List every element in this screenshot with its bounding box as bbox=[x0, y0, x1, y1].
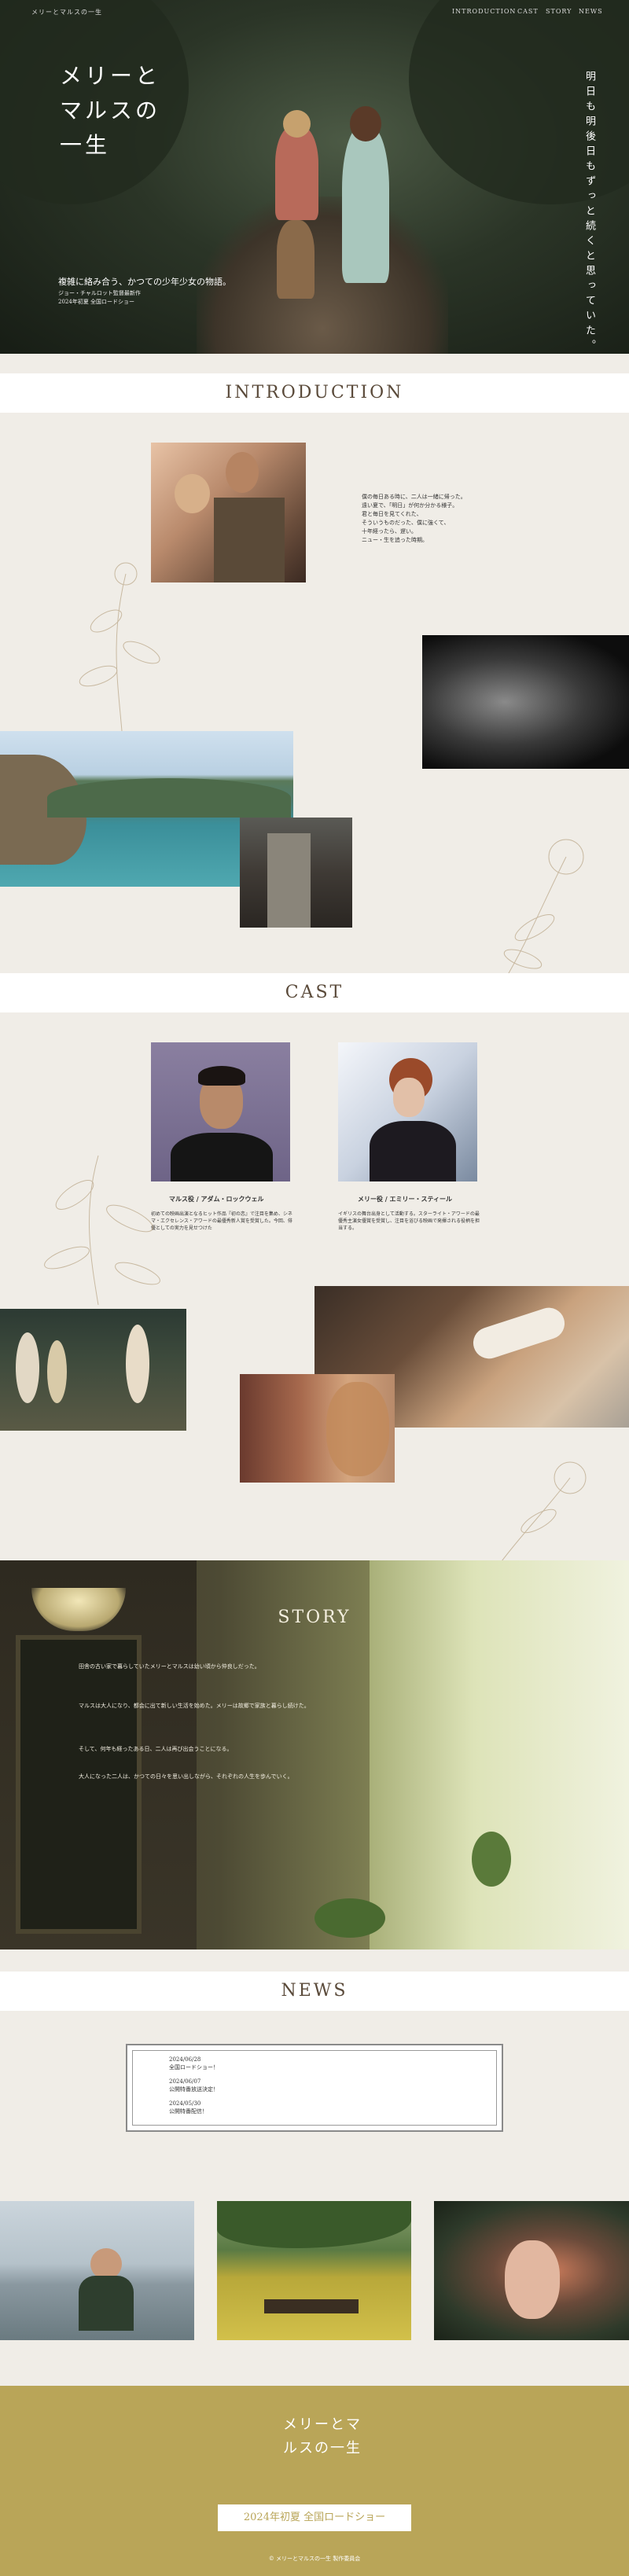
couple-jacket bbox=[214, 498, 285, 582]
footer-title: メリーとマルスの一生 bbox=[283, 2416, 362, 2457]
intro-text: 僕の毎日ある時に、二人は一緒に帰った。 遠い夏で、「明日」が何か分かる様子。 君… bbox=[362, 493, 466, 545]
gallery-photo-old-man[interactable] bbox=[0, 2201, 194, 2340]
hero-girl bbox=[342, 126, 389, 283]
hero-tagline: 複雑に絡み合う、かつての少年少女の物語。 bbox=[58, 277, 231, 287]
hero-credit: ジョー・チャルロット監督最新作 bbox=[58, 290, 141, 296]
section-heading-story: STORY bbox=[278, 1608, 351, 1627]
news-item[interactable]: 2024/06/28 全国ロードショー！ bbox=[169, 2056, 219, 2071]
story-paragraph: 田舎の古い家で暮らしていたメリーとマルスは幼い頃から仲良しだった。 bbox=[79, 1663, 260, 1670]
cast-bio-mary: イギリスの舞台出身として活動する。スターライト・アワードの最優秀主演女優賞を受賞… bbox=[338, 1211, 480, 1231]
botanical-illustration bbox=[502, 839, 584, 983]
intro-line: 十年経ったら、遅い。 bbox=[362, 528, 417, 535]
section-heading-introduction: INTRODUCTION bbox=[0, 373, 629, 413]
stairs-light bbox=[267, 833, 311, 928]
story-paragraph: 大人になった二人は、かつての日々を思い出しながら、それぞれの人生を歩んでいく。 bbox=[79, 1773, 293, 1780]
hero-release: 2024年初夏 全国ロードショー bbox=[58, 299, 135, 305]
cove-hills bbox=[47, 778, 291, 818]
news-item[interactable]: 2024/06/07 公開特番放送決定！ bbox=[169, 2078, 219, 2093]
cast-photo-mary bbox=[338, 1042, 477, 1181]
cast-name-mary: メリー役 / エミリー・スティール bbox=[358, 1195, 453, 1203]
hero-path bbox=[197, 197, 448, 354]
news-title: 公開特番放送決定！ bbox=[169, 2086, 219, 2093]
nav-cast[interactable]: CAST bbox=[517, 8, 539, 15]
botanical-illustration bbox=[498, 1461, 587, 1564]
intro-line: そういうものだった、僕に強くて、 bbox=[362, 520, 450, 526]
news-date: 2024/06/07 bbox=[169, 2078, 201, 2085]
mars-shirt bbox=[171, 1133, 273, 1181]
embrace-hair bbox=[326, 1382, 389, 1476]
hero-boy-legs bbox=[277, 220, 314, 299]
couple-woman bbox=[175, 474, 210, 513]
plant-leaf bbox=[126, 1325, 149, 1403]
copyright: © メリーとマルスの一生 製作委員会 bbox=[268, 2556, 361, 2562]
mary-dress bbox=[370, 1121, 456, 1181]
hero-boy-head bbox=[283, 110, 311, 138]
botanical-illustration bbox=[44, 1155, 160, 1305]
hero-boy bbox=[275, 126, 318, 220]
gallery-photo-flowers[interactable] bbox=[434, 2201, 629, 2340]
news-item[interactable]: 2024/05/30 公開特番配信！ bbox=[169, 2100, 208, 2115]
section-heading-news: NEWS bbox=[0, 1972, 629, 2011]
intro-line: 遠い夏で、「明日」が何か分かる様子。 bbox=[362, 502, 458, 509]
news-title: 全国ロードショー！ bbox=[169, 2064, 219, 2071]
intro-line: ニュー・生を追った時期。 bbox=[362, 537, 428, 543]
story-paragraph: マルスは大人になり、都会に出て新しい生活を始めた。メリーは故郷で家族と暮らし続け… bbox=[79, 1703, 310, 1709]
story-doorway bbox=[16, 1635, 142, 1934]
section-heading-cast: CAST bbox=[0, 973, 629, 1012]
hands-paper bbox=[469, 1303, 569, 1363]
mary-face bbox=[393, 1078, 425, 1117]
old-man-coat bbox=[79, 2276, 134, 2331]
news-date: 2024/05/30 bbox=[169, 2100, 201, 2107]
intro-photo-stairs bbox=[240, 818, 352, 928]
cast-photo-plants bbox=[0, 1309, 186, 1431]
hero-title: メリーとマルスの一生 bbox=[60, 63, 161, 158]
gallery-photo-bench[interactable] bbox=[217, 2201, 411, 2340]
botanical-illustration bbox=[79, 562, 160, 731]
news-list: 2024/06/28 全国ロードショー！ 2024/06/07 公開特番放送決定… bbox=[132, 2050, 497, 2126]
bench-tree bbox=[217, 2201, 411, 2248]
news-box: 2024/06/28 全国ロードショー！ 2024/06/07 公開特番放送決定… bbox=[126, 2044, 503, 2132]
intro-line: 僕の毎日ある時に、二人は一緒に帰った。 bbox=[362, 494, 466, 500]
news-title: 公開特番配信！ bbox=[169, 2108, 208, 2115]
nav-introduction[interactable]: INTRODUCTION bbox=[452, 8, 516, 15]
nav-news[interactable]: NEWS bbox=[579, 8, 603, 15]
site-logo[interactable]: メリーとマルスの一生 bbox=[31, 8, 102, 17]
plant-leaf bbox=[47, 1340, 67, 1403]
release-button[interactable]: 2024年初夏 全国ロードショー bbox=[218, 2504, 411, 2531]
intro-photo-portrait-bw bbox=[422, 635, 629, 769]
nav-story[interactable]: STORY bbox=[546, 8, 572, 15]
hero-vertical-copy: 明日も明後日もずっと続くと思っていた。 bbox=[583, 71, 595, 355]
old-man-head bbox=[90, 2248, 122, 2280]
story-plant bbox=[314, 1898, 385, 1938]
story-plant bbox=[472, 1832, 511, 1887]
intro-line: 君と毎日を見てくれた、 bbox=[362, 511, 422, 517]
flowers-face bbox=[505, 2240, 560, 2319]
hero-girl-head bbox=[350, 106, 381, 141]
plant-leaf bbox=[16, 1332, 39, 1403]
cast-name-mars: マルス役 / アダム・ロックウェル bbox=[169, 1195, 264, 1203]
mars-hair bbox=[198, 1066, 245, 1086]
story-paragraph: そして、何年も経ったある日、二人は再び出会うことになる。 bbox=[79, 1746, 233, 1752]
bench-seat bbox=[264, 2299, 359, 2313]
news-date: 2024/06/28 bbox=[169, 2056, 201, 2063]
couple-man bbox=[226, 452, 259, 493]
cast-photo-embrace bbox=[240, 1374, 395, 1483]
